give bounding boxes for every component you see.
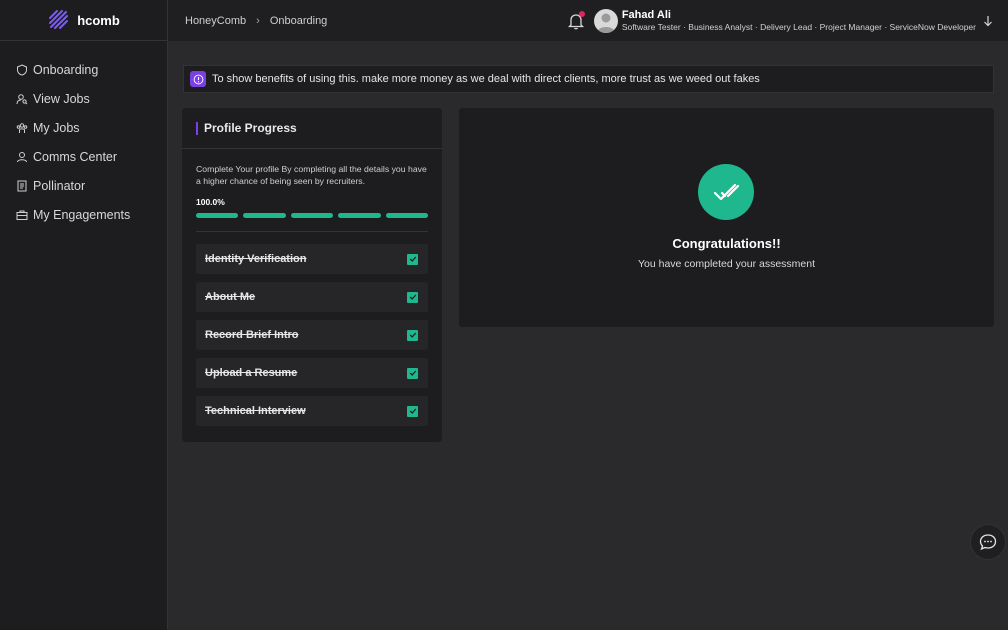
checkbox-checked-icon xyxy=(407,253,418,265)
user-roles: Software Tester · Business Analyst · Del… xyxy=(621,21,976,32)
sidebar-item-my-engagements[interactable]: My Engagements xyxy=(0,200,167,229)
task-label: Technical Interview xyxy=(205,405,306,417)
sidebar-item-comms-center[interactable]: Comms Center xyxy=(0,142,167,171)
task-item[interactable]: Technical Interview xyxy=(196,396,428,426)
progress-segment xyxy=(196,213,239,218)
progress-segment-fill xyxy=(385,213,429,218)
progress-segment xyxy=(243,213,286,218)
progress-segment xyxy=(290,213,334,218)
task-label: About Me xyxy=(205,291,256,303)
chat-bubble-icon xyxy=(979,534,997,551)
progress-segment-fill xyxy=(196,213,239,218)
sidebar-item-label: My Jobs xyxy=(33,120,80,135)
user-area: Fahad Ali Software Tester · Business Ana… xyxy=(566,0,994,41)
chat-button[interactable] xyxy=(970,524,1006,560)
avatar[interactable] xyxy=(593,8,618,33)
top-bar: HoneyComb › Onboarding Fahad Ali Softwar… xyxy=(168,0,1008,41)
progress-segment-fill xyxy=(290,213,334,218)
task-item[interactable]: About Me xyxy=(196,282,428,312)
notifications-button[interactable] xyxy=(566,10,586,31)
sidebar-item-my-jobs[interactable]: My Jobs xyxy=(0,113,167,142)
progress-segment-fill xyxy=(243,213,286,218)
sidebar-item-label: View Jobs xyxy=(33,91,90,106)
user-search-icon xyxy=(16,93,28,104)
info-banner: To show benefits of using this. make mor… xyxy=(183,65,994,93)
briefcase-icon xyxy=(16,210,28,220)
sidebar-item-view-jobs[interactable]: View Jobs xyxy=(0,84,167,113)
breadcrumb: HoneyComb › Onboarding xyxy=(168,15,327,27)
task-label: Record Brief Intro xyxy=(205,329,299,341)
progress-segment xyxy=(385,213,429,218)
congrats-card: Congratulations!! You have completed you… xyxy=(459,108,994,327)
avatar-placeholder-icon xyxy=(596,13,615,33)
card-header: Profile Progress xyxy=(182,108,442,149)
checkbox-checked-icon xyxy=(407,367,418,379)
user-icon xyxy=(17,151,27,162)
sidebar-item-label: Pollinator xyxy=(33,178,86,193)
sidebar: hcomb Onboarding View Jobs My Jobs Comms… xyxy=(0,0,168,630)
accent-bar xyxy=(196,121,198,135)
breadcrumb-item-current: Onboarding xyxy=(269,14,328,27)
congrats-title: Congratulations!! xyxy=(672,236,781,251)
checkbox-checked-icon xyxy=(407,405,418,417)
sidebar-item-pollinator[interactable]: Pollinator xyxy=(0,171,167,200)
sidebar-nav: Onboarding View Jobs My Jobs Comms Cente… xyxy=(0,41,167,229)
progress-percent: 100.0% xyxy=(196,197,225,207)
progress-bar xyxy=(182,207,442,218)
checkbox-checked-icon xyxy=(407,291,418,303)
logo-text: hcomb xyxy=(77,12,120,28)
checkbox-checked-icon xyxy=(407,329,418,341)
sidebar-item-onboarding[interactable]: Onboarding xyxy=(0,55,167,84)
document-icon xyxy=(17,180,27,191)
banner-text: To show benefits of using this. make mor… xyxy=(212,73,760,85)
notification-dot xyxy=(578,10,585,17)
task-label: Upload a Resume xyxy=(205,367,298,379)
app-logo[interactable]: hcomb xyxy=(0,0,167,41)
chevron-right-icon: › xyxy=(256,14,260,27)
task-item[interactable]: Identity Verification xyxy=(196,244,428,274)
sidebar-item-label: Onboarding xyxy=(33,62,99,77)
task-item[interactable]: Record Brief Intro xyxy=(196,320,428,350)
task-label: Identity Verification xyxy=(205,253,307,265)
sidebar-item-label: Comms Center xyxy=(33,149,118,164)
congrats-subtitle: You have completed your assessment xyxy=(637,258,816,270)
progress-segment-fill xyxy=(338,213,381,218)
task-item[interactable]: Upload a Resume xyxy=(196,358,428,388)
user-name: Fahad Ali xyxy=(621,8,671,21)
task-list: Identity Verification About Me Record Brie… xyxy=(182,232,442,426)
profile-progress-card: Profile Progress Complete Your profile B… xyxy=(182,108,442,442)
double-check-icon xyxy=(698,164,754,220)
breadcrumb-item-home[interactable]: HoneyComb xyxy=(185,15,246,27)
progress-description: Complete Your profile By completing all … xyxy=(196,164,427,186)
shield-icon xyxy=(17,63,27,76)
team-icon xyxy=(16,122,28,133)
sidebar-item-label: My Engagements xyxy=(33,207,131,222)
progress-segment xyxy=(338,213,381,218)
card-title: Profile Progress xyxy=(204,121,297,135)
user-info[interactable]: Fahad Ali Software Tester · Business Ana… xyxy=(622,9,976,33)
honeycomb-logo-icon xyxy=(49,10,69,29)
info-icon xyxy=(190,71,206,87)
arrow-down-icon[interactable] xyxy=(982,15,994,27)
